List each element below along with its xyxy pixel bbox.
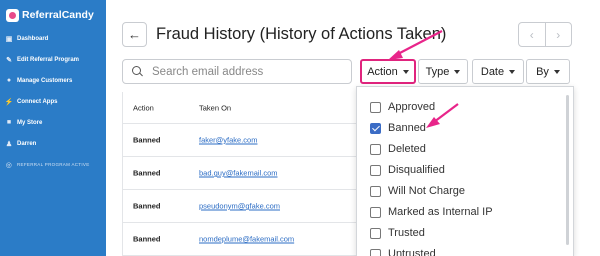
row-email-link[interactable]: faker@yfake.com <box>199 136 257 145</box>
table-row: Banned pseudonym@gfake.com <box>123 190 373 223</box>
type-filter-label: Type <box>425 65 450 78</box>
briefcase-icon: ■ <box>6 119 12 126</box>
pagination: ‹ › <box>518 22 572 47</box>
sidebar-item-connect-apps[interactable]: ⚡ Connect Apps <box>0 91 106 112</box>
arrow-left-icon: ← <box>128 27 141 42</box>
table-row: Banned bad.guy@fakemail.com <box>123 157 373 190</box>
main-panel: ← Fraud History (History of Actions Take… <box>106 0 600 256</box>
option-label: Banned <box>388 122 426 134</box>
sidebar-item-label: My Store <box>17 119 43 126</box>
checkbox[interactable] <box>370 185 381 197</box>
table-row: Banned nomdeplume@fakemail.com <box>123 223 373 256</box>
option-approved[interactable]: Approved <box>370 100 435 114</box>
action-filter-label: Action <box>367 65 398 78</box>
referralcandy-logo-icon <box>6 8 19 22</box>
brand-name: ReferralCandy <box>22 9 94 21</box>
previous-page-button[interactable]: ‹ <box>519 23 546 46</box>
checkbox[interactable] <box>370 164 381 176</box>
caret-down-icon <box>402 69 409 74</box>
by-filter-label: By <box>536 65 549 78</box>
option-trusted[interactable]: Trusted <box>370 226 425 240</box>
by-filter-button[interactable]: By <box>526 59 570 84</box>
action-filter-dropdown: Approved Banned Deleted Disqualified Wil… <box>356 86 574 256</box>
sidebar-item-manage-customers[interactable]: ● Manage Customers <box>0 70 106 91</box>
option-disqualified[interactable]: Disqualified <box>370 163 445 177</box>
checkbox[interactable] <box>370 206 381 218</box>
sidebar-item-edit-referral-program[interactable]: ✎ Edit Referral Program <box>0 49 106 70</box>
checkbox[interactable] <box>370 101 381 113</box>
wifi-icon: ◎ <box>5 161 13 169</box>
program-status-label: REFERRAL PROGRAM ACTIVE <box>17 162 90 167</box>
plug-icon: ⚡ <box>4 98 14 106</box>
option-untrusted[interactable]: Untrusted <box>370 247 436 256</box>
checkbox[interactable] <box>370 248 381 256</box>
row-email-link[interactable]: bad.guy@fakemail.com <box>199 169 277 178</box>
date-filter-button[interactable]: Date <box>472 59 524 84</box>
next-page-button[interactable]: › <box>546 23 572 46</box>
option-marked-internal-ip[interactable]: Marked as Internal IP <box>370 205 493 219</box>
checkbox[interactable] <box>370 227 381 239</box>
brand[interactable]: ReferralCandy <box>6 6 94 24</box>
search-icon <box>132 66 143 77</box>
row-action: Banned <box>133 135 161 145</box>
search-input[interactable] <box>152 65 342 78</box>
option-deleted[interactable]: Deleted <box>370 142 426 156</box>
row-action: Banned <box>133 168 161 178</box>
option-label: Deleted <box>388 143 426 155</box>
users-icon: ● <box>6 77 12 84</box>
row-action: Banned <box>133 234 161 244</box>
sidebar-item-label: Connect Apps <box>17 98 58 105</box>
table-header: Action Taken On <box>123 92 373 124</box>
sidebar-item-label: Manage Customers <box>17 77 73 84</box>
row-email-link[interactable]: pseudonym@gfake.com <box>199 202 280 211</box>
option-label: Will Not Charge <box>388 185 466 197</box>
table-row: Banned faker@yfake.com <box>123 124 373 157</box>
option-label: Trusted <box>388 227 425 239</box>
back-button[interactable]: ← <box>122 22 147 47</box>
checkbox-checked[interactable] <box>370 122 381 134</box>
sidebar-item-user[interactable]: ♟ Darren <box>0 133 106 154</box>
caret-down-icon <box>454 69 461 74</box>
date-filter-label: Date <box>480 65 505 78</box>
option-will-not-charge[interactable]: Will Not Charge <box>370 184 465 198</box>
program-status: ◎ REFERRAL PROGRAM ACTIVE <box>0 154 106 175</box>
gift-icon: ✎ <box>6 56 12 64</box>
checkbox[interactable] <box>370 143 381 155</box>
option-label: Disqualified <box>388 164 445 176</box>
dropdown-scrollbar[interactable] <box>566 95 569 245</box>
column-header-action: Action <box>133 103 154 112</box>
column-header-taken-on: Taken On <box>199 103 232 112</box>
type-filter-button[interactable]: Type <box>418 59 468 84</box>
sidebar: ReferralCandy ▣ Dashboard ✎ Edit Referra… <box>0 0 106 256</box>
action-filter-button[interactable]: Action <box>360 59 416 84</box>
option-banned[interactable]: Banned <box>370 121 426 135</box>
sidebar-item-label: Edit Referral Program <box>17 56 80 63</box>
sidebar-item-dashboard[interactable]: ▣ Dashboard <box>0 28 106 49</box>
option-label: Untrusted <box>388 248 436 256</box>
sidebar-item-label: Darren <box>17 140 37 147</box>
sidebar-nav: ▣ Dashboard ✎ Edit Referral Program ● Ma… <box>0 28 106 175</box>
option-label: Marked as Internal IP <box>388 206 493 218</box>
row-email-link[interactable]: nomdeplume@fakemail.com <box>199 235 294 244</box>
search-box[interactable] <box>122 59 352 84</box>
row-action: Banned <box>133 201 161 211</box>
caret-down-icon <box>509 69 516 74</box>
sidebar-item-label: Dashboard <box>17 35 49 42</box>
person-icon: ♟ <box>5 140 13 148</box>
fraud-history-table: Action Taken On Banned faker@yfake.com B… <box>122 92 373 256</box>
sidebar-item-my-store[interactable]: ■ My Store <box>0 112 106 133</box>
caret-down-icon <box>553 69 560 74</box>
dashboard-icon: ▣ <box>5 35 13 43</box>
page-title: Fraud History (History of Actions Taken) <box>156 25 447 43</box>
option-label: Approved <box>388 101 436 113</box>
